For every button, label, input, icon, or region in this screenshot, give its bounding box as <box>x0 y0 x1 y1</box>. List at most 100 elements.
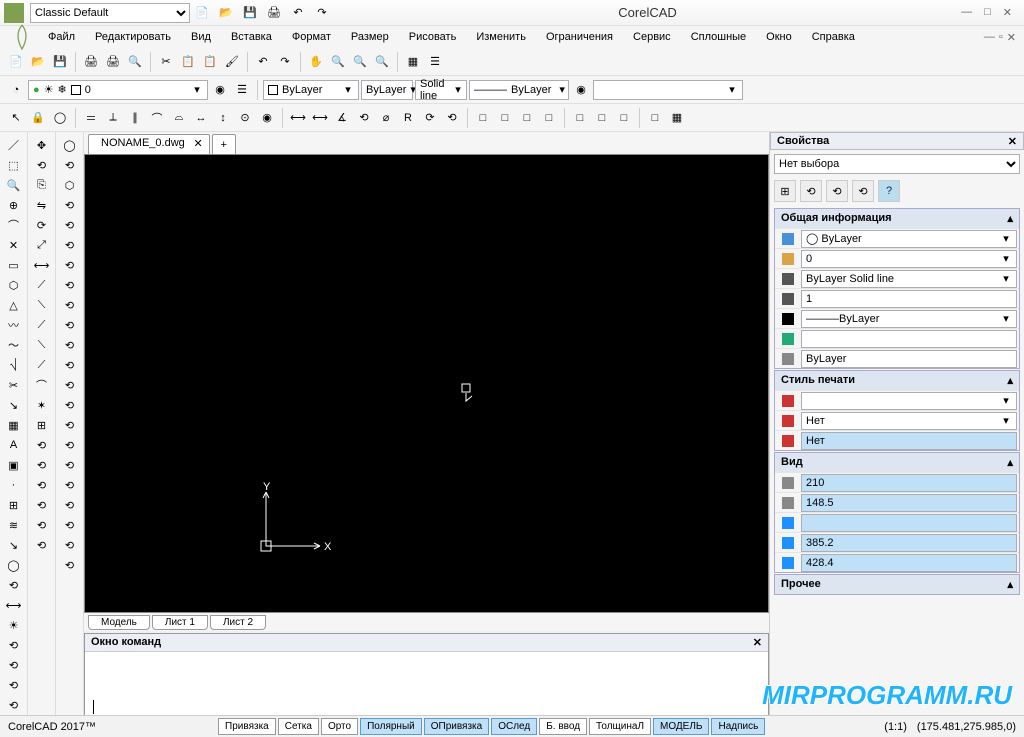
d9-icon[interactable]: ⟲ <box>59 296 81 314</box>
paste-icon[interactable]: 📋 <box>200 52 220 72</box>
line-icon[interactable]: ／ <box>3 136 25 154</box>
property-row[interactable]: 428.4 <box>775 552 1019 572</box>
new-tab-button[interactable]: + <box>212 134 236 154</box>
table-icon[interactable]: ⊞ <box>3 496 25 514</box>
c6-icon[interactable]: □ <box>592 108 612 128</box>
dim6-icon[interactable]: R <box>398 108 418 128</box>
property-row[interactable]: ◯ ByLayer▾ <box>775 228 1019 248</box>
redo-button[interactable]: ↷ <box>275 52 295 72</box>
maximize-button[interactable]: □ <box>984 6 991 19</box>
menu-help[interactable]: Справка <box>804 29 863 45</box>
props-icon[interactable]: ☰ <box>425 52 445 72</box>
d2-icon[interactable]: ⟲ <box>59 156 81 174</box>
prop-value[interactable]: ByLayer Solid line▾ <box>801 270 1017 288</box>
m3-icon[interactable]: ⟲ <box>31 476 53 494</box>
dim5-icon[interactable]: ⌀ <box>376 108 396 128</box>
layer-icon[interactable]: ◔ <box>6 80 26 100</box>
proptool1-icon[interactable]: ⊞ <box>774 180 796 202</box>
undo-icon[interactable]: ↶ <box>288 3 308 23</box>
d22-icon[interactable]: ⟲ <box>59 556 81 574</box>
properties-close-icon[interactable]: ✕ <box>1008 135 1017 147</box>
t2-icon[interactable]: ⟲ <box>3 576 25 594</box>
snap9-icon[interactable]: ↔ <box>191 108 211 128</box>
ray-icon[interactable]: ↘ <box>3 396 25 414</box>
new-icon[interactable]: 📄 <box>6 52 26 72</box>
d21-icon[interactable]: ⟲ <box>59 536 81 554</box>
d15-icon[interactable]: ⟲ <box>59 416 81 434</box>
proptool-help-icon[interactable]: ? <box>878 180 900 202</box>
d7-icon[interactable]: ⟲ <box>59 256 81 274</box>
prop-value[interactable]: Нет▾ <box>801 412 1017 430</box>
minimize-button[interactable]: — <box>961 6 972 19</box>
move-icon[interactable]: ✥ <box>31 136 53 154</box>
c4-icon[interactable]: □ <box>539 108 559 128</box>
d6-icon[interactable]: ⟲ <box>59 236 81 254</box>
property-row[interactable]: 210 <box>775 472 1019 492</box>
d3-icon[interactable]: ⬡ <box>59 176 81 194</box>
layer-prev-icon[interactable]: ◉ <box>210 80 230 100</box>
prop-value[interactable]: ———ByLayer▾ <box>801 310 1017 328</box>
d20-icon[interactable]: ⟲ <box>59 516 81 534</box>
sheet-2[interactable]: Лист 2 <box>210 615 266 630</box>
mdi-close-button[interactable]: ✕ <box>1007 31 1016 44</box>
section-other[interactable]: Прочее▴ <box>775 575 1019 594</box>
lineweight-select[interactable]: ———ByLayer▾ <box>469 80 569 100</box>
break-icon[interactable]: ⟋ <box>31 316 53 334</box>
arrow-icon[interactable]: ↘ <box>3 536 25 554</box>
m1-icon[interactable]: ⟲ <box>31 436 53 454</box>
d5-icon[interactable]: ⟲ <box>59 216 81 234</box>
t4-icon[interactable]: ☀ <box>3 616 25 634</box>
layermatch-icon[interactable]: ◉ <box>571 80 591 100</box>
d12-icon[interactable]: ⟲ <box>59 356 81 374</box>
prop-value[interactable]: ▾ <box>801 392 1017 410</box>
mdi-minimize-button[interactable]: — <box>984 31 995 43</box>
save-icon[interactable]: 💾 <box>240 3 260 23</box>
scale-icon[interactable]: ⤢ <box>31 236 53 254</box>
property-row[interactable] <box>775 328 1019 348</box>
cut-tool-icon[interactable]: ✂ <box>3 376 25 394</box>
d10-icon[interactable]: ⟲ <box>59 316 81 334</box>
status-ОСлед[interactable]: ОСлед <box>491 718 537 735</box>
prop-value[interactable]: ByLayer <box>801 350 1017 368</box>
d13-icon[interactable]: ⟲ <box>59 376 81 394</box>
prop-value[interactable]: 385.2 <box>801 534 1017 552</box>
text-icon[interactable]: A <box>3 436 25 454</box>
close-button[interactable]: ✕ <box>1003 6 1012 19</box>
dim8-icon[interactable]: ⟲ <box>442 108 462 128</box>
status-Полярный[interactable]: Полярный <box>360 718 422 735</box>
c8-icon[interactable]: □ <box>645 108 665 128</box>
status-Б. ввод[interactable]: Б. ввод <box>539 718 587 735</box>
prop-value[interactable] <box>801 330 1017 348</box>
array-icon[interactable]: ⊞ <box>31 416 53 434</box>
curve-icon[interactable]: 〰 <box>3 316 25 334</box>
prop-value[interactable]: 428.4 <box>801 554 1017 572</box>
snap3-icon[interactable]: ◯ <box>50 108 70 128</box>
menu-edit[interactable]: Редактировать <box>87 29 179 45</box>
t6-icon[interactable]: ⟲ <box>3 656 25 674</box>
m6-icon[interactable]: ⟲ <box>31 536 53 554</box>
property-row[interactable]: Нет▾ <box>775 410 1019 430</box>
save-disk-icon[interactable]: 💾 <box>50 52 70 72</box>
dim1-icon[interactable]: ⟷ <box>288 108 308 128</box>
prop-value[interactable]: Нет <box>801 432 1017 450</box>
t5-icon[interactable]: ⟲ <box>3 636 25 654</box>
mirror-icon[interactable]: ⇋ <box>31 196 53 214</box>
c9-icon[interactable]: ▦ <box>667 108 687 128</box>
d11-icon[interactable]: ⟲ <box>59 336 81 354</box>
prop-value[interactable] <box>801 514 1017 532</box>
status-Надпись[interactable]: Надпись <box>711 718 765 735</box>
copy-icon[interactable]: 📋 <box>178 52 198 72</box>
snap11-icon[interactable]: ⊙ <box>235 108 255 128</box>
t3-icon[interactable]: ⟷ <box>3 596 25 614</box>
snap4-icon[interactable]: ＝ <box>81 108 101 128</box>
mdi-restore-button[interactable]: ▫ <box>999 31 1003 43</box>
zoom-icon[interactable]: 🔍 <box>328 52 348 72</box>
dim2-icon[interactable]: ⟷ <box>310 108 330 128</box>
collapse-icon[interactable]: ▴ <box>1007 456 1013 469</box>
point-icon[interactable]: · <box>3 476 25 494</box>
current-layer-select[interactable]: ●☀❄ 0 ▾ <box>28 80 208 100</box>
prop-value[interactable]: ◯ ByLayer▾ <box>801 230 1017 248</box>
property-row[interactable]: Нет <box>775 430 1019 450</box>
snap7-icon[interactable]: ⌒ <box>147 108 167 128</box>
arc-icon[interactable]: ⌒ <box>3 216 25 234</box>
